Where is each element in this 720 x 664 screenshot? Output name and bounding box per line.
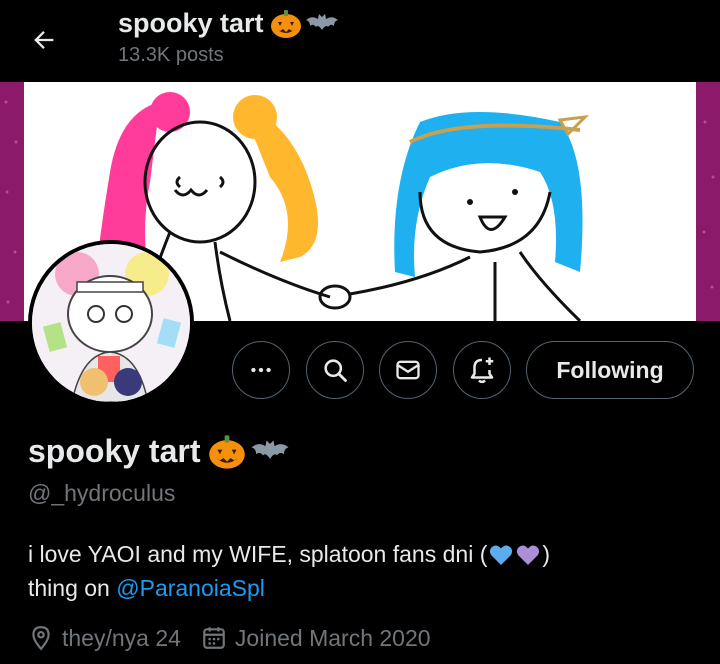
message-button[interactable] bbox=[379, 341, 437, 399]
light-blue-heart-emoji-icon bbox=[490, 545, 513, 565]
location-pin-icon bbox=[32, 626, 50, 651]
more-button[interactable] bbox=[232, 341, 290, 399]
calendar-icon bbox=[203, 627, 225, 649]
back-button[interactable] bbox=[22, 18, 66, 62]
bat-emoji-icon bbox=[252, 439, 289, 459]
bio-mention-link[interactable]: @ParanoiaSpl bbox=[116, 575, 265, 601]
search-button[interactable] bbox=[306, 341, 364, 399]
bell-plus-icon bbox=[470, 357, 494, 384]
profile-header: spooky tart 13.3K posts bbox=[0, 0, 720, 82]
display-name: spooky tart bbox=[28, 433, 290, 470]
following-button[interactable]: Following bbox=[526, 341, 694, 399]
profile-bio: i love YAOI and my WIFE, splatoon fans d… bbox=[28, 537, 688, 605]
envelope-icon bbox=[396, 360, 420, 380]
purple-heart-emoji-icon bbox=[517, 545, 540, 565]
arrow-left-icon bbox=[34, 31, 54, 49]
profile-page: spooky tart 13.3K posts Following spooky… bbox=[0, 0, 720, 664]
joined-item: Joined March 2020 bbox=[201, 625, 431, 652]
pumpkin-emoji-icon bbox=[270, 9, 301, 38]
joined-text: Joined March 2020 bbox=[234, 624, 431, 651]
search-icon bbox=[324, 359, 347, 382]
header-post-count: 13.3K posts bbox=[118, 44, 224, 66]
bat-emoji-icon bbox=[305, 13, 338, 30]
avatar-image bbox=[32, 244, 190, 402]
pumpkin-emoji-icon bbox=[209, 434, 246, 469]
bio-line-2: thing on bbox=[28, 575, 117, 601]
notifications-button[interactable] bbox=[453, 341, 511, 399]
user-handle: @_hydroculus bbox=[28, 480, 176, 506]
bio-line-1-end: ) bbox=[542, 541, 551, 567]
profile-meta: they/nya 24 Joined March 2020 bbox=[28, 621, 451, 655]
location-item: they/nya 24 bbox=[28, 625, 181, 652]
location-text: they/nya 24 bbox=[62, 624, 181, 651]
display-name-text: spooky tart bbox=[28, 433, 201, 469]
bio-line-1: i love YAOI and my WIFE, splatoon fans d… bbox=[28, 541, 488, 567]
header-name-text: spooky tart bbox=[118, 8, 264, 38]
header-title: spooky tart bbox=[118, 8, 339, 39]
more-icon bbox=[251, 367, 271, 373]
avatar[interactable] bbox=[28, 240, 194, 406]
